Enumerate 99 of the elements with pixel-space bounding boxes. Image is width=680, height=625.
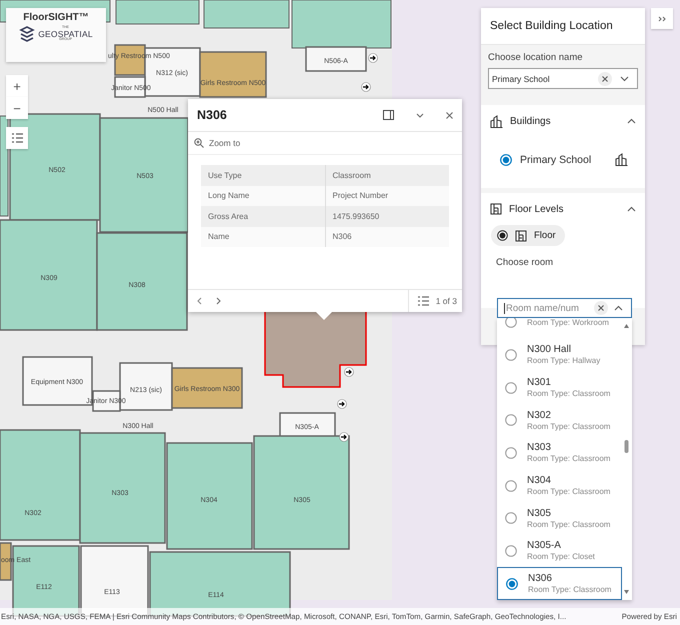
room-option[interactable]: N305-A Room Type: Closet [497,534,622,568]
location-select[interactable]: Primary School [488,68,638,89]
legend-button[interactable] [6,127,28,149]
room-name: N301 [527,377,552,388]
field-name: Name [201,226,325,247]
double-chevron-icon [658,16,666,22]
room-type: Room Type: Workroom [527,318,609,327]
room-type: Room Type: Classroom [528,585,612,594]
radio-button[interactable] [505,414,517,426]
building-icon [615,153,628,166]
room-name: N300 Hall [527,344,572,356]
field-label: Choose room [496,257,554,268]
zoom-to-link[interactable]: Zoom to [209,138,240,148]
room-type: Room Type: Classroom [527,422,610,431]
field-value: N306 [325,226,449,247]
page-count: 1 of 3 [436,296,457,306]
room-type: Room Type: Closet [527,552,595,562]
room-area[interactable] [305,46,367,72]
exit-icon [368,53,378,63]
field-name: Gross Area [201,206,325,226]
field-value: 1475.993650 [325,206,449,226]
radio-button[interactable] [505,382,517,394]
radio-button[interactable] [505,512,517,524]
chevron-up-icon[interactable] [614,305,623,311]
room-area[interactable] [253,435,350,550]
room-option[interactable]: N305 Room Type: Classroom [497,502,622,535]
room-option[interactable]: N302 Room Type: Classroom [497,404,622,437]
popup-title: N306 [197,108,228,122]
app-title: FloorSIGHT™ [23,12,89,23]
radio-button[interactable] [505,480,517,492]
room-option[interactable]: N304 Room Type: Classroom [497,469,622,502]
room-name: N303 [527,442,552,454]
floor-icon [515,230,527,242]
field-value: Classroom [325,165,449,186]
clear-icon[interactable] [602,76,608,82]
room-name: N305 [527,508,552,519]
room-option[interactable]: N306 Room Type: Classroom [497,567,622,600]
room-area[interactable] [99,117,189,233]
stacked-layers-icon [19,26,36,42]
dock-icon[interactable] [383,110,394,120]
exit-icon [344,367,354,377]
room-area[interactable] [0,429,81,541]
list-icon[interactable] [418,296,429,306]
panel-title: Select Building Location [481,8,645,45]
chevron-down-icon[interactable] [620,76,629,82]
logo-brand: GEOSPATIAL [38,30,93,38]
scrollbar-drawing[interactable] [623,322,630,596]
room-type: Room Type: Classroom [527,487,610,496]
zoom-in-button[interactable]: + [6,75,28,97]
building-name[interactable]: Primary School [520,154,607,166]
clear-icon[interactable] [598,305,604,311]
field-value: Project Number [325,186,449,206]
list-icon [12,133,22,143]
close-icon[interactable] [446,112,453,118]
expand-button[interactable] [651,8,673,29]
previous-icon[interactable] [197,297,202,305]
radio-button[interactable] [500,154,512,166]
exit-icon [361,82,371,92]
radio-button[interactable] [505,544,517,557]
floor-icon [490,203,502,215]
room-area[interactable] [96,232,188,331]
building-icon [490,114,503,128]
room-option[interactable]: N300 Hall Room Type: Hallway [497,338,622,372]
room-name: N305-A [527,540,562,552]
radio-button[interactable] [497,230,508,241]
field-name: Long Name [201,186,325,206]
section-title: Buildings [510,116,552,126]
room-area[interactable] [292,0,392,48]
chevron-up-icon[interactable] [627,118,636,124]
room-type: Room Type: Classroom [527,389,610,398]
radio-button[interactable] [505,318,517,328]
room-type: Room Type: Hallway [527,356,600,366]
chevron-up-icon[interactable] [627,206,636,212]
section-title: Floor Levels [509,204,564,214]
room-area[interactable] [166,442,253,550]
room-type: Room Type: Classroom [527,520,610,529]
exit-icon [339,432,349,442]
room-name: N302 [527,410,552,421]
collapse-icon[interactable] [416,112,424,118]
room-option[interactable]: Room Type: Workroom [497,318,622,338]
room-option[interactable]: N301 Room Type: Classroom [497,371,622,404]
radio-button[interactable] [506,578,518,590]
radio-button[interactable] [505,348,517,361]
radio-button[interactable] [505,446,517,459]
field-label: Choose location name [488,52,584,63]
room-area[interactable] [0,219,98,331]
room-name: N304 [527,475,552,486]
field-name: Use Type [201,165,325,186]
room-area[interactable] [116,0,200,24]
room-area[interactable] [204,0,290,28]
room-option[interactable]: N303 Room Type: Classroom [497,436,622,470]
room-area[interactable] [79,432,166,544]
room-name: N306 [528,573,553,584]
exit-icon [337,399,347,409]
floor-chip[interactable]: Floor [491,225,565,246]
room-type: Room Type: Classroom [527,454,610,464]
zoom-in-icon [194,138,204,148]
zoom-out-button[interactable]: − [6,97,28,119]
next-icon[interactable] [216,297,221,305]
